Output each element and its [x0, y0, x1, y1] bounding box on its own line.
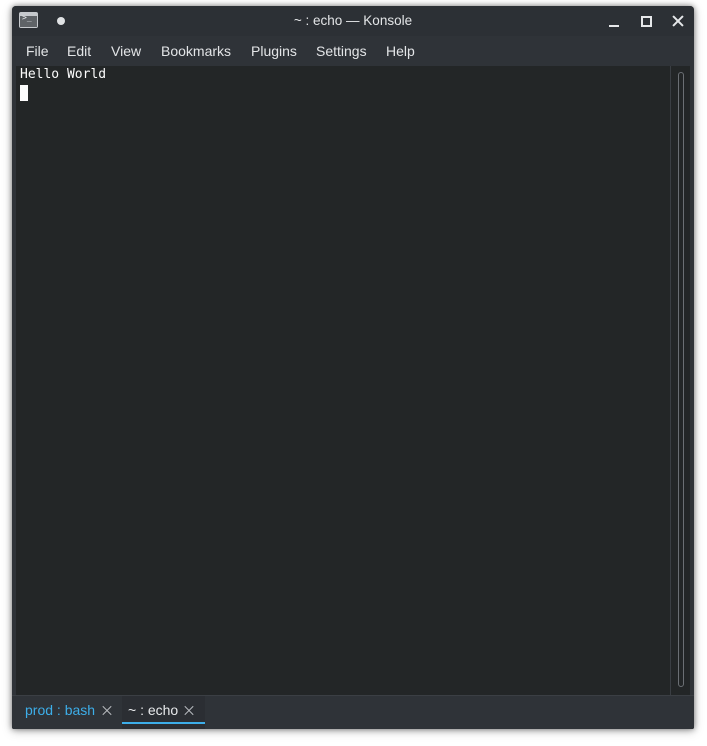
- tab-echo[interactable]: ~ : echo: [122, 696, 205, 729]
- menu-bookmarks[interactable]: Bookmarks: [161, 36, 231, 66]
- close-tab-icon[interactable]: [102, 706, 112, 716]
- scrollbar-thumb[interactable]: [678, 72, 684, 687]
- terminal-output: Hello World: [20, 67, 107, 82]
- menu-bar: File Edit View Bookmarks Plugins Setting…: [12, 36, 694, 66]
- menu-settings[interactable]: Settings: [316, 36, 367, 66]
- menu-file[interactable]: File: [26, 36, 49, 66]
- konsole-window: ~ : echo — Konsole >_ File Edit View Boo…: [12, 6, 694, 729]
- menu-help[interactable]: Help: [386, 36, 415, 66]
- close-tab-icon[interactable]: [184, 706, 194, 716]
- minimize-button[interactable]: [604, 11, 624, 31]
- window-title: ~ : echo — Konsole: [293, 13, 413, 28]
- terminal-scrollbar[interactable]: [670, 66, 690, 695]
- text-cursor: [20, 85, 28, 101]
- terminal-app-icon[interactable]: >_: [19, 12, 38, 28]
- maximize-button[interactable]: [636, 11, 656, 31]
- menu-edit[interactable]: Edit: [67, 36, 91, 66]
- tab-prod-bash[interactable]: prod : bash: [14, 696, 120, 729]
- session-tab-bar: prod : bash ~ : echo: [12, 695, 694, 729]
- app-icon-glyph: >_: [22, 13, 32, 22]
- keep-on-top-pin-icon[interactable]: [57, 17, 65, 25]
- tab-label: prod : bash: [25, 702, 96, 718]
- menu-view[interactable]: View: [111, 36, 141, 66]
- menu-plugins[interactable]: Plugins: [251, 36, 297, 66]
- close-button[interactable]: [668, 11, 688, 31]
- terminal-view[interactable]: Hello World: [16, 66, 670, 695]
- title-bar[interactable]: ~ : echo — Konsole >_: [12, 6, 694, 36]
- tab-label: ~ : echo: [128, 702, 179, 718]
